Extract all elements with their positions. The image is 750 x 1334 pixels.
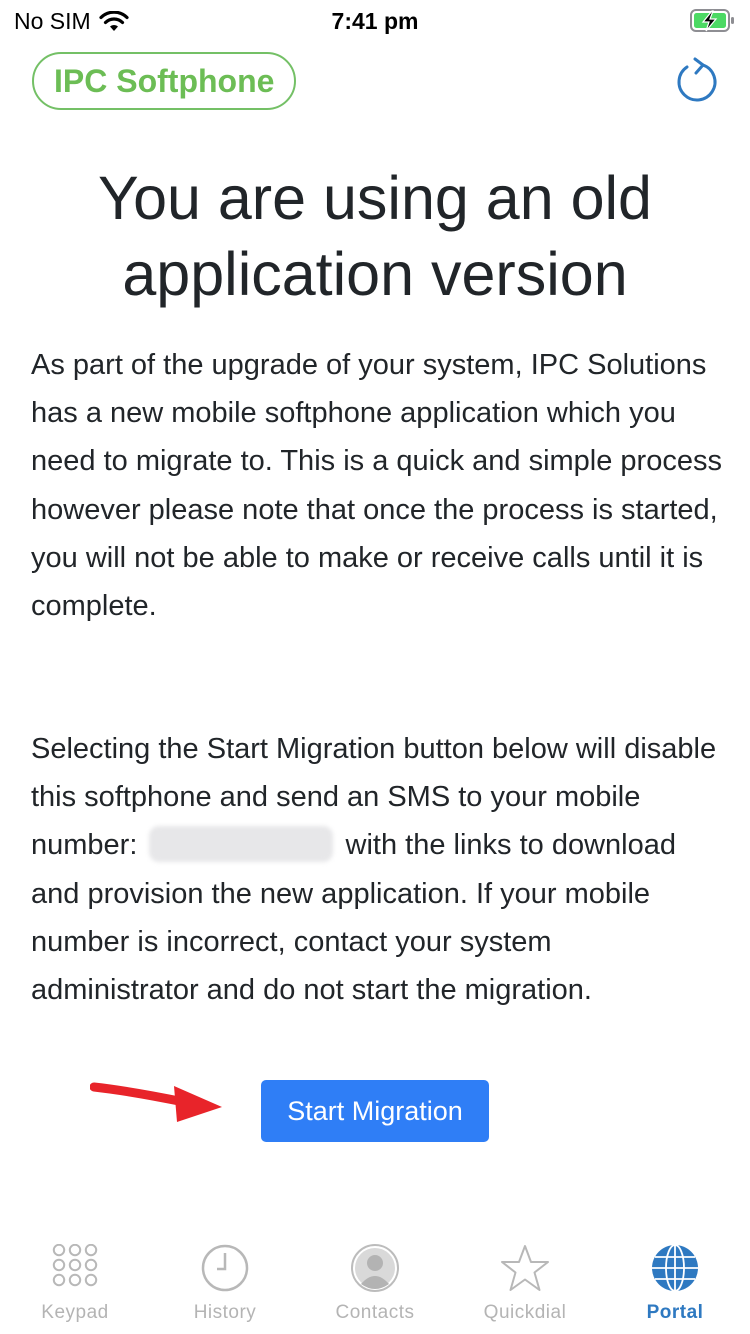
tab-bar: Keypad History Contacts Quickdial Portal — [0, 1230, 750, 1334]
redacted-phone-number — [149, 826, 334, 863]
tab-history-label: History — [193, 1302, 257, 1323]
star-icon — [501, 1245, 549, 1291]
page-title: You are using an old application version — [98, 164, 652, 308]
intro-paragraph: As part of the upgrade of your system, I… — [31, 349, 722, 623]
migration-paragraph: Selecting the Start Migration button bel… — [31, 725, 726, 1014]
tab-quickdial-label: Quickdial — [483, 1302, 567, 1323]
brand-badge: IPC Softphone — [32, 52, 297, 110]
tab-keypad-label: Keypad — [41, 1302, 109, 1323]
tab-keypad[interactable]: Keypad — [0, 1230, 150, 1334]
status-time: 7:41 pm — [331, 8, 419, 34]
person-icon — [351, 1244, 399, 1292]
start-migration-button[interactable]: Start Migration — [261, 1080, 489, 1142]
tab-quickdial[interactable]: Quickdial — [450, 1230, 600, 1334]
tab-history[interactable]: History — [150, 1230, 300, 1334]
tab-portal-label: Portal — [646, 1302, 704, 1323]
keypad-icon — [52, 1244, 98, 1287]
annotation-arrow-icon — [90, 1082, 222, 1122]
refresh-icon[interactable] — [670, 56, 722, 108]
globe-icon — [652, 1244, 698, 1292]
battery-charging-icon — [690, 9, 734, 32]
header: IPC Softphone — [0, 50, 750, 116]
tab-contacts-label: Contacts — [335, 1302, 415, 1323]
tab-portal[interactable]: Portal — [600, 1230, 750, 1334]
clock-icon — [201, 1244, 249, 1292]
status-bar: No SIM 7:41 pm — [0, 0, 750, 40]
tab-contacts[interactable]: Contacts — [300, 1230, 450, 1334]
